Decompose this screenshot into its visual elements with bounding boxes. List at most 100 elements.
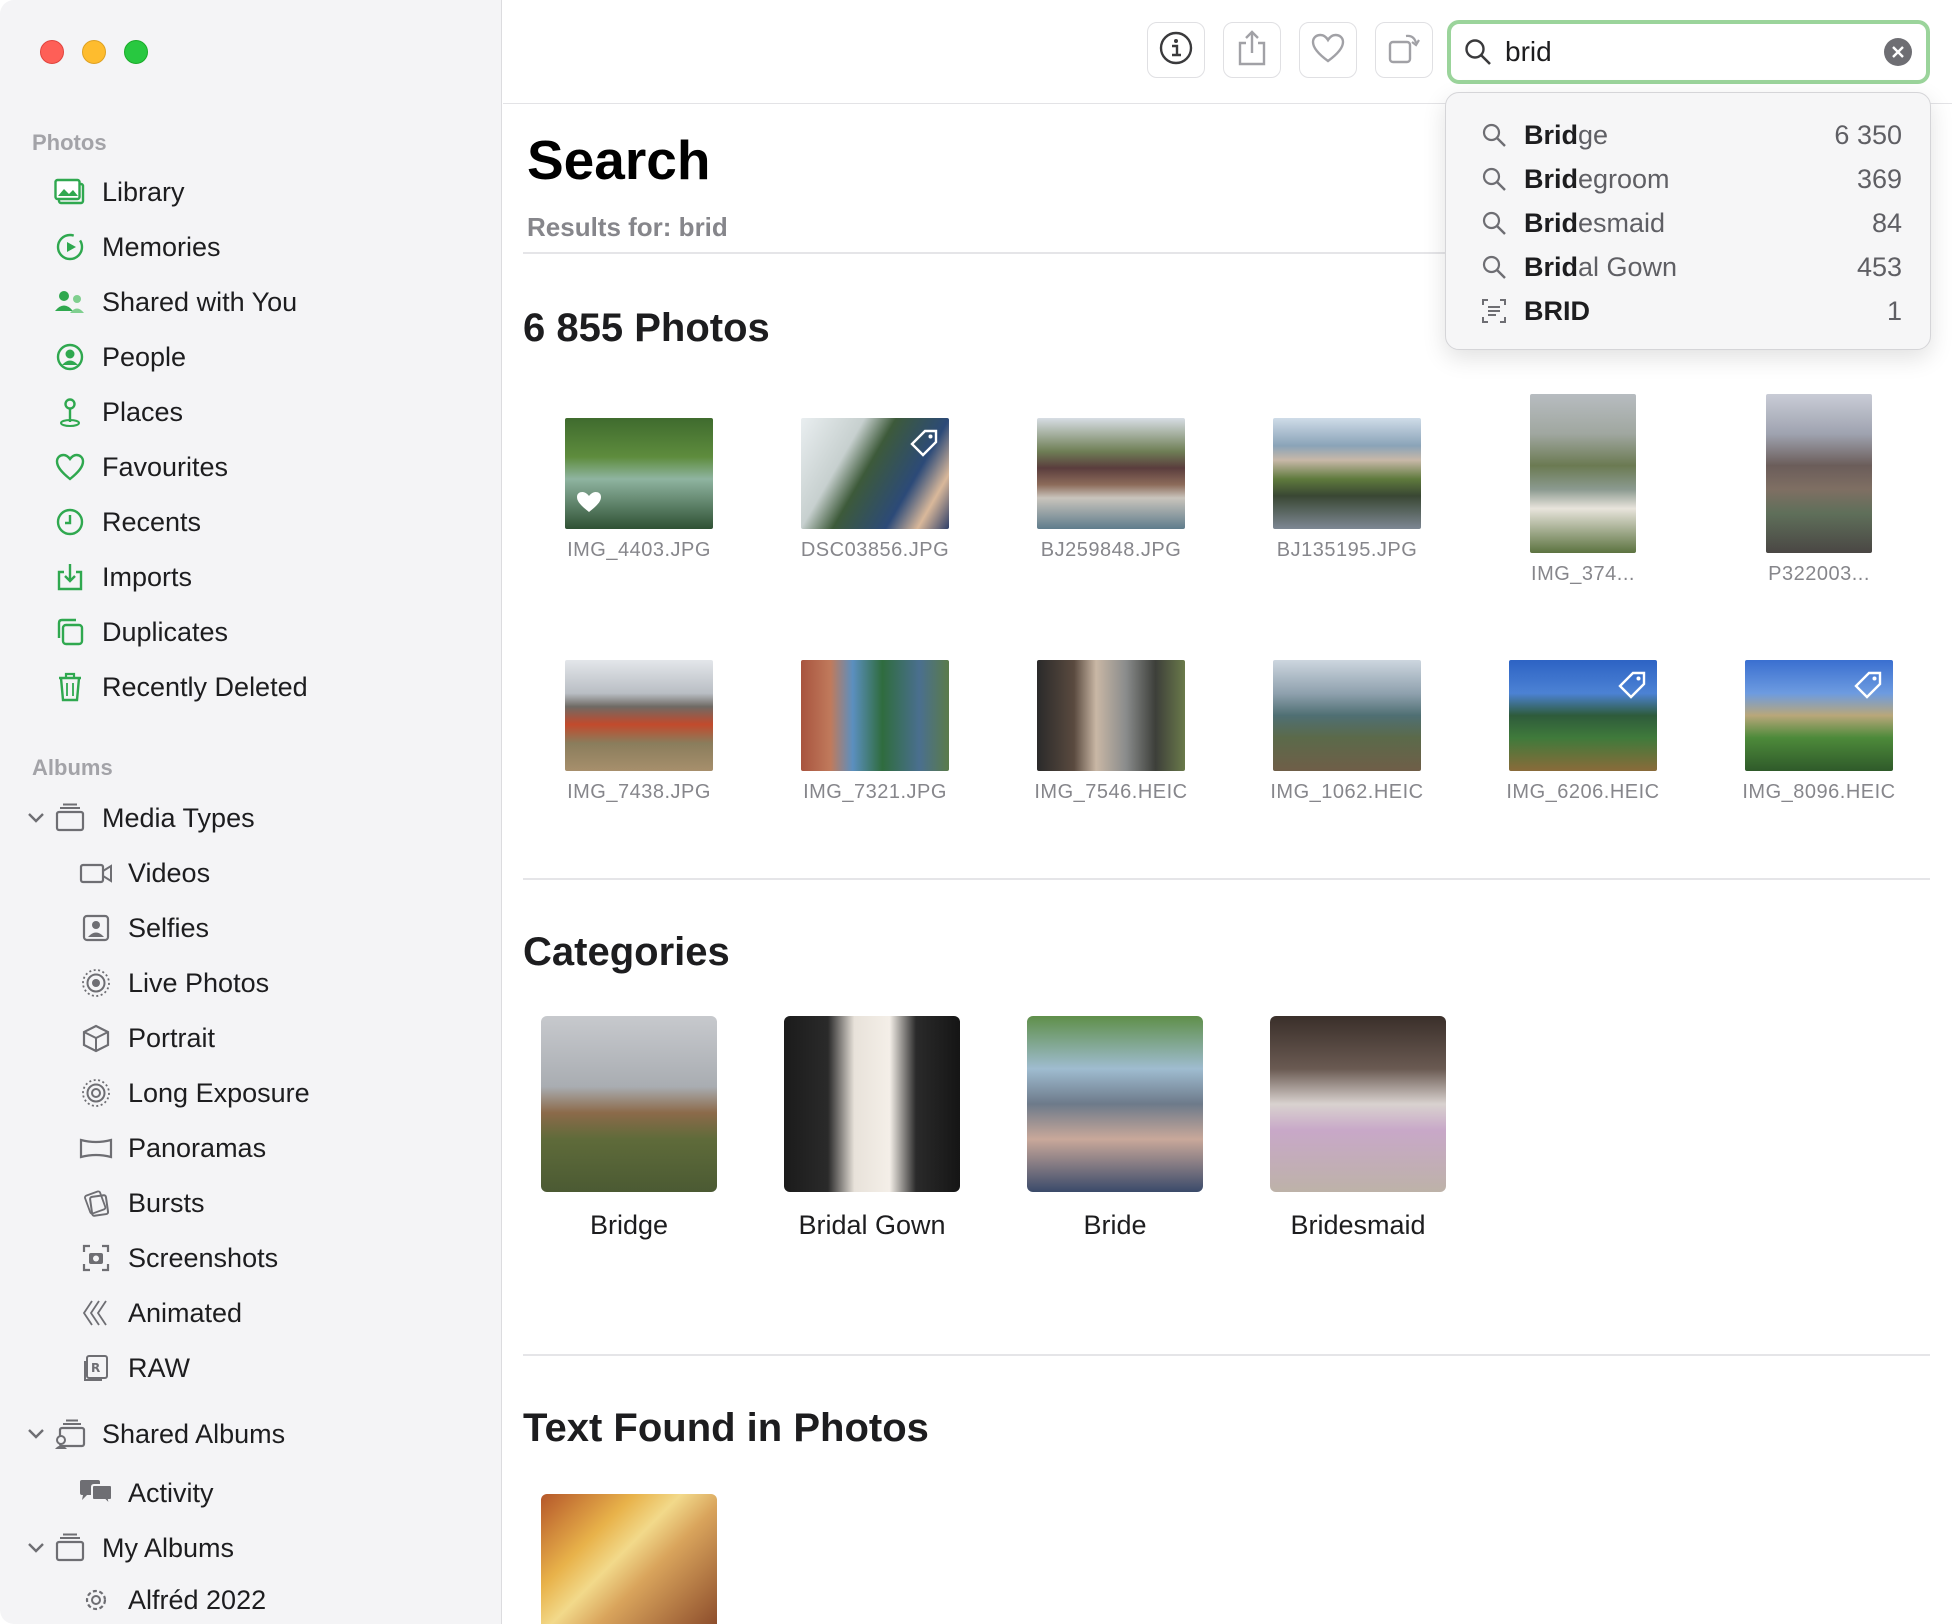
info-button[interactable] (1147, 22, 1205, 78)
sidebar-item-label: Activity (128, 1477, 214, 1508)
photo-item[interactable]: BJ135195.JPG (1229, 418, 1465, 562)
sidebar-item-animated[interactable]: Animated (0, 1287, 500, 1339)
photo-thumbnail[interactable] (1273, 418, 1421, 529)
raw-icon: R (76, 1348, 116, 1388)
clear-search-button[interactable] (1884, 38, 1912, 66)
share-button[interactable] (1223, 22, 1281, 78)
suggestion-item[interactable]: Bridal Gown 453 (1446, 245, 1932, 289)
photo-thumbnail[interactable] (565, 660, 713, 771)
sidebar-item-long-exposure[interactable]: Long Exposure (0, 1067, 500, 1119)
close-window-button[interactable] (40, 40, 64, 64)
photo-thumbnail[interactable] (801, 418, 949, 529)
category-bride[interactable]: Bride (1005, 1016, 1225, 1241)
photo-thumbnail[interactable] (1766, 394, 1872, 553)
photo-filename: IMG_4403.JPG (567, 539, 711, 561)
photo-item[interactable]: IMG_1062.HEIC (1229, 660, 1465, 804)
photo-filename: DSC03856.JPG (800, 539, 950, 561)
photo-thumbnail[interactable] (1037, 418, 1185, 529)
tag-icon (1617, 670, 1647, 705)
photo-item[interactable]: IMG_4403.JPG (521, 418, 757, 562)
sidebar-item-raw[interactable]: R RAW (0, 1342, 500, 1394)
photo-item[interactable]: P322003... (1701, 394, 1937, 586)
sidebar-item-recents[interactable]: Recents (0, 496, 500, 548)
minimize-window-button[interactable] (82, 40, 106, 64)
sidebar-item-favourites[interactable]: Favourites (0, 441, 500, 493)
photo-thumbnail[interactable] (1745, 660, 1893, 771)
sidebar-item-places[interactable]: Places (0, 386, 500, 438)
category-label: Bridesmaid (1290, 1210, 1426, 1240)
text-found-thumbnail[interactable] (541, 1494, 717, 1624)
sidebar-item-bursts[interactable]: Bursts (0, 1177, 500, 1229)
sidebar-item-duplicates[interactable]: Duplicates (0, 606, 500, 658)
text-found-item[interactable] (519, 1494, 739, 1624)
sidebar-item-memories[interactable]: Memories (0, 221, 500, 273)
photo-thumbnail[interactable] (1273, 660, 1421, 771)
photo-thumbnail[interactable] (1037, 660, 1185, 771)
category-thumbnail[interactable] (541, 1016, 717, 1192)
photo-thumbnail[interactable] (801, 660, 949, 771)
photo-item[interactable]: IMG_7321.JPG (757, 660, 993, 804)
sidebar-group-my-albums[interactable]: My Albums (0, 1522, 500, 1574)
suggestion-item[interactable]: Bridge 6 350 (1446, 113, 1932, 157)
tag-icon (909, 428, 939, 463)
photo-item[interactable]: IMG_374... (1465, 394, 1701, 586)
photo-item[interactable]: IMG_7438.JPG (521, 660, 757, 804)
sidebar-group-media-types[interactable]: Media Types (0, 792, 500, 844)
long-exposure-icon (76, 1073, 116, 1113)
photo-thumbnail[interactable] (565, 418, 713, 529)
category-thumbnail[interactable] (1027, 1016, 1203, 1192)
photo-item[interactable]: IMG_8096.HEIC (1701, 660, 1937, 804)
sidebar-item-panoramas[interactable]: Panoramas (0, 1122, 500, 1174)
import-icon (50, 557, 90, 597)
sidebar-item-live-photos[interactable]: Live Photos (0, 957, 500, 1009)
suggestion-item[interactable]: Bridesmaid 84 (1446, 201, 1932, 245)
sidebar-item-activity[interactable]: Activity (0, 1467, 500, 1519)
heart-icon (50, 447, 90, 487)
sidebar-item-imports[interactable]: Imports (0, 551, 500, 603)
selfie-icon (76, 908, 116, 948)
category-bridesmaid[interactable]: Bridesmaid (1248, 1016, 1468, 1241)
photo-item[interactable]: IMG_6206.HEIC (1465, 660, 1701, 804)
sidebar-item-portrait[interactable]: Portrait (0, 1012, 500, 1064)
category-thumbnail[interactable] (1270, 1016, 1446, 1192)
suggestion-item[interactable]: Bridegroom 369 (1446, 157, 1932, 201)
sidebar-item-label: RAW (128, 1352, 190, 1383)
sidebar-item-people[interactable]: People (0, 331, 500, 383)
sidebar-item-screenshots[interactable]: Screenshots (0, 1232, 500, 1284)
rotate-button[interactable] (1375, 22, 1433, 78)
photo-filename: BJ259848.JPG (1040, 539, 1182, 561)
chevron-down-icon[interactable] (26, 808, 46, 828)
sidebar-item-album-alfred[interactable]: Alfréd 2022 (0, 1574, 500, 1624)
photo-thumbnail[interactable] (1530, 394, 1636, 553)
duplicates-icon (50, 612, 90, 652)
sidebar-group-shared-albums[interactable]: Shared Albums (0, 1408, 500, 1460)
photo-item[interactable]: BJ259848.JPG (993, 418, 1229, 562)
photo-item[interactable]: IMG_7546.HEIC (993, 660, 1229, 804)
suggestion-item[interactable]: BRID 1 (1446, 289, 1932, 333)
sidebar-item-label: Media Types (102, 802, 255, 833)
sidebar-section-albums: Albums (32, 755, 113, 780)
sidebar-item-selfies[interactable]: Selfies (0, 902, 500, 954)
sidebar-item-recently-deleted[interactable]: Recently Deleted (0, 661, 500, 713)
category-bridal-gown[interactable]: Bridal Gown (762, 1016, 982, 1241)
search-input[interactable] (1505, 36, 1865, 68)
sidebar-item-library[interactable]: Library (0, 166, 500, 218)
sidebar-item-label: Places (102, 396, 184, 427)
search-field[interactable] (1447, 20, 1930, 84)
photo-item[interactable]: DSC03856.JPG (757, 418, 993, 562)
category-bridge[interactable]: Bridge (519, 1016, 739, 1241)
sidebar-item-label: Duplicates (102, 616, 229, 647)
categories-heading: Categories (523, 930, 730, 974)
album-stack-icon (50, 1528, 90, 1568)
photo-thumbnail[interactable] (1509, 660, 1657, 771)
sidebar-item-label: Videos (128, 857, 211, 888)
photos-window: Photos Library Memories Shared with You … (0, 0, 1952, 1624)
close-icon (1892, 46, 1904, 58)
category-thumbnail[interactable] (784, 1016, 960, 1192)
zoom-window-button[interactable] (124, 40, 148, 64)
sidebar-item-shared-with-you[interactable]: Shared with You (0, 276, 500, 328)
chevron-down-icon[interactable] (26, 1538, 46, 1558)
favourite-button[interactable] (1299, 22, 1357, 78)
sidebar-item-videos[interactable]: Videos (0, 847, 500, 899)
chevron-down-icon[interactable] (26, 1424, 46, 1444)
